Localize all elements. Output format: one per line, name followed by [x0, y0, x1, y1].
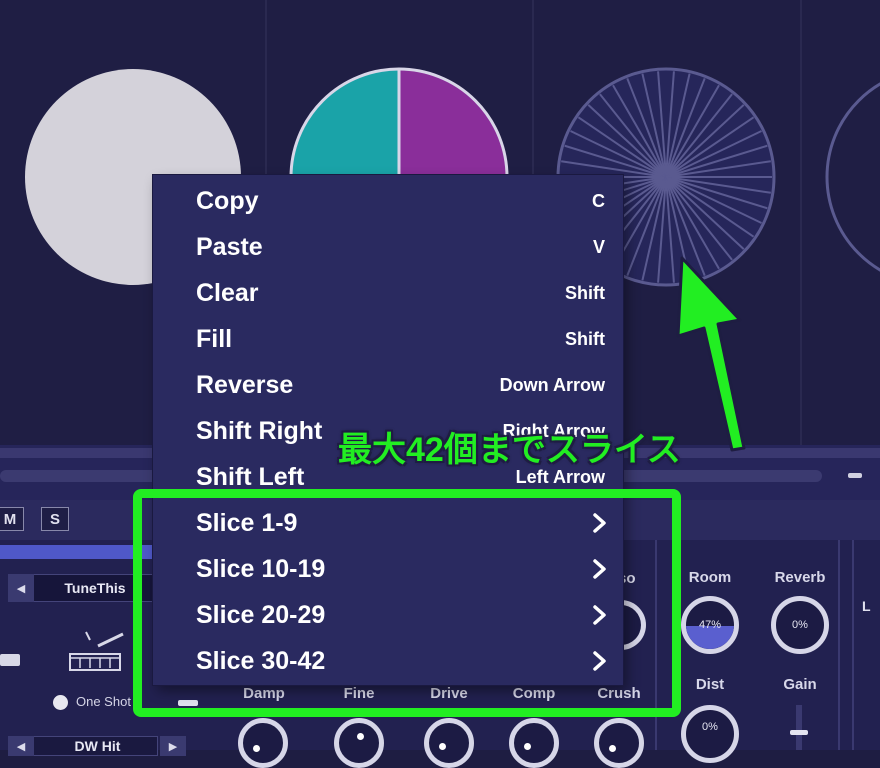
reverb-knob[interactable]: 0% [771, 596, 829, 654]
crush-knob[interactable] [594, 718, 644, 768]
dist-value: 0% [702, 721, 718, 733]
damp-knob[interactable] [238, 718, 288, 768]
comp-knob[interactable] [509, 718, 559, 768]
knob-indicator [439, 743, 446, 750]
sample-next-icon[interactable]: ▶ [160, 736, 186, 756]
pad-slice-4[interactable] [825, 69, 880, 285]
menu-item-label: Fill [196, 324, 233, 353]
room-value: 47% [698, 619, 722, 631]
minimize-icon[interactable] [848, 473, 862, 478]
menu-item-copy[interactable]: Copy C [153, 178, 623, 224]
menu-item-clear[interactable]: Clear Shift [153, 270, 623, 316]
knob-indicator [524, 743, 531, 750]
gain-label: Gain [783, 676, 817, 693]
menu-item-shortcut: Down Arrow [499, 374, 605, 395]
menu-item-label: Paste [196, 232, 263, 261]
menu-item-label: Copy [196, 186, 259, 215]
menu-item-label: Reverse [196, 370, 294, 399]
menu-item-shortcut: Shift [565, 282, 605, 303]
annotation-callout: 最大42個までスライス [338, 431, 681, 469]
reverb-label: Reverb [774, 569, 826, 586]
sample-prev-icon[interactable]: ◀ [8, 736, 34, 756]
menu-item-shortcut: C [592, 190, 605, 211]
solo-button[interactable]: S [41, 507, 69, 531]
fine-knob[interactable] [334, 718, 384, 768]
gain-slider[interactable] [796, 705, 802, 750]
menu-item-reverse[interactable]: Reverse Down Arrow [153, 362, 623, 408]
one-shot-label: One Shot [76, 694, 131, 709]
mute-button[interactable]: M [0, 507, 24, 531]
speaker-icon [0, 654, 20, 666]
menu-item-label: Clear [196, 278, 259, 307]
preset-prev-icon[interactable]: ◀ [8, 574, 34, 602]
knob-indicator [609, 745, 616, 752]
channel-label: L [862, 598, 871, 614]
section-divider [852, 540, 854, 750]
drive-knob[interactable] [424, 718, 474, 768]
sample-name: DW Hit [74, 738, 121, 754]
knob-indicator [357, 733, 364, 740]
annotation-highlight-box [133, 489, 681, 717]
gain-slider-handle[interactable] [790, 730, 808, 735]
menu-item-paste[interactable]: Paste V [153, 224, 623, 270]
menu-item-shortcut: Shift [565, 328, 605, 349]
drum-icon [69, 631, 124, 671]
dist-knob[interactable]: 0% [681, 705, 739, 763]
menu-item-label: Shift Right [196, 416, 323, 445]
menu-item-fill[interactable]: Fill Shift [153, 316, 623, 362]
menu-item-shortcut: V [592, 236, 605, 257]
reverb-value: 0% [792, 619, 808, 631]
room-knob[interactable]: 47% [681, 596, 739, 654]
knob-indicator [253, 745, 260, 752]
one-shot-radio[interactable] [53, 695, 68, 710]
level-bar [0, 545, 152, 559]
